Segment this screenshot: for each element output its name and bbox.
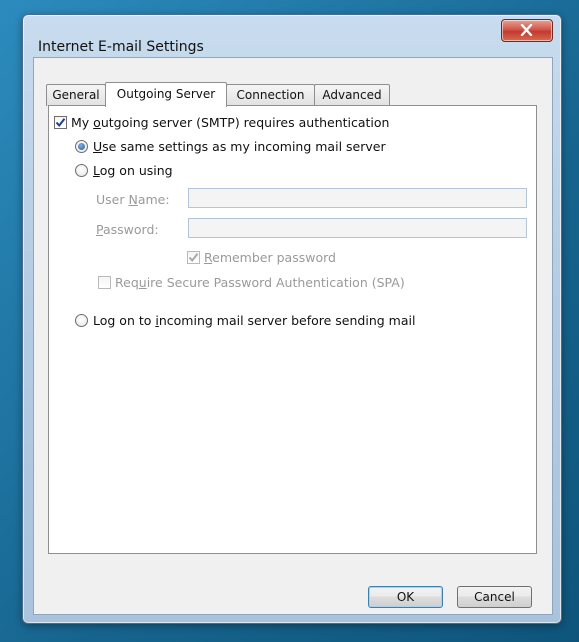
remember-password-option[interactable]: Remember password (187, 250, 387, 266)
password-label: Password: (96, 222, 159, 237)
require-spa-checkbox[interactable] (98, 276, 111, 289)
smtp-auth-option[interactable]: My outgoing server (SMTP) requires authe… (49, 115, 469, 131)
close-button[interactable] (501, 19, 553, 42)
log-on-incoming-radio[interactable] (75, 314, 88, 327)
window-title: Internet E-mail Settings (38, 39, 204, 55)
close-icon (520, 24, 533, 36)
cancel-button[interactable]: Cancel (457, 586, 532, 608)
tab-general[interactable]: General (46, 84, 106, 106)
dialog-client-area: General Outgoing Server Connection Advan… (33, 57, 553, 615)
title-bar[interactable]: Internet E-mail Settings (23, 15, 561, 57)
outgoing-server-panel: My outgoing server (SMTP) requires authe… (48, 105, 537, 554)
tab-general-label: General (52, 88, 100, 102)
require-spa-option[interactable]: Require Secure Password Authentication (… (98, 275, 438, 291)
ok-button[interactable]: OK (368, 586, 443, 608)
smtp-auth-label: My outgoing server (SMTP) requires authe… (71, 115, 390, 130)
tab-advanced-label: Advanced (322, 88, 382, 102)
tab-outgoing-server-label: Outgoing Server (116, 87, 216, 101)
log-on-using-label: Log on using (93, 163, 173, 178)
use-same-settings-option[interactable]: Use same settings as my incoming mail se… (49, 139, 449, 155)
user-name-label: User Name: (96, 192, 170, 207)
require-spa-label: Require Secure Password Authentication (… (115, 275, 405, 290)
use-same-settings-label: Use same settings as my incoming mail se… (93, 139, 386, 154)
tab-connection-label: Connection (236, 88, 305, 102)
log-on-using-option[interactable]: Log on using (49, 163, 249, 179)
checkmark-icon (55, 118, 66, 128)
checkmark-icon (188, 253, 199, 263)
remember-password-label: Remember password (204, 250, 336, 265)
password-input[interactable] (188, 218, 527, 238)
log-on-using-radio[interactable] (75, 164, 88, 177)
smtp-auth-checkbox[interactable] (54, 116, 67, 129)
tab-advanced[interactable]: Advanced (314, 84, 390, 106)
tab-outgoing-server[interactable]: Outgoing Server (105, 82, 227, 107)
user-name-input[interactable] (188, 188, 527, 208)
internet-email-settings-dialog: Internet E-mail Settings General Outgoin… (22, 14, 562, 624)
log-on-incoming-label: Log on to incoming mail server before se… (93, 313, 416, 328)
remember-password-checkbox[interactable] (187, 251, 200, 264)
use-same-settings-radio[interactable] (75, 140, 88, 153)
log-on-incoming-option[interactable]: Log on to incoming mail server before se… (49, 313, 449, 329)
tab-connection[interactable]: Connection (226, 84, 315, 106)
